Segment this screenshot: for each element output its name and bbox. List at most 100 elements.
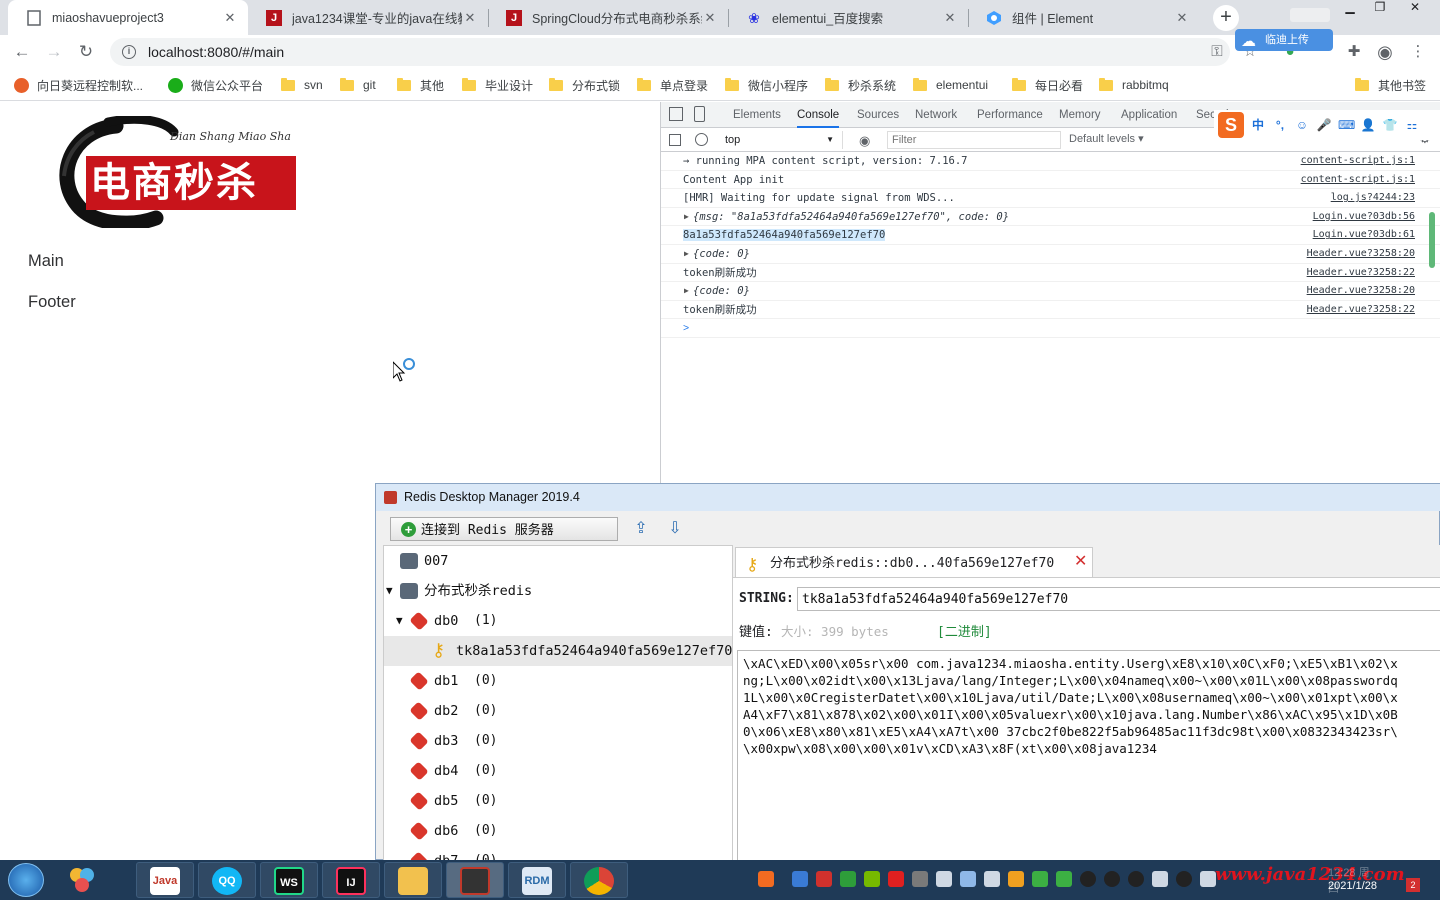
tree-db-item[interactable]: db7 (0): [384, 846, 732, 860]
taskbar-qq[interactable]: QQ: [198, 862, 256, 898]
bookmark-rabbitmq[interactable]: rabbitmq: [1099, 76, 1169, 94]
tray-icon[interactable]: [888, 871, 904, 887]
bookmark-git[interactable]: git: [340, 76, 376, 94]
tree-db-item[interactable]: db6 (0): [384, 816, 732, 846]
key-icon[interactable]: ⚿: [1207, 42, 1227, 62]
close-window-button[interactable]: ✕: [1400, 0, 1430, 18]
tab-performance[interactable]: Performance: [977, 102, 1043, 128]
bookmark-daily[interactable]: 每日必看: [1012, 76, 1083, 94]
tray-icon[interactable]: [792, 871, 808, 887]
expand-arrow-icon[interactable]: ▼: [386, 576, 393, 606]
tray-sogou-icon[interactable]: [758, 871, 774, 887]
console-source-link[interactable]: Login.vue?03db:56: [1313, 208, 1415, 226]
tree-db-item[interactable]: db1 (0): [384, 666, 732, 696]
menu-kebab-icon[interactable]: ⋮: [1408, 42, 1428, 62]
console-text[interactable]: {code: 0}: [683, 285, 750, 297]
back-button[interactable]: ←: [10, 40, 34, 64]
console-source-link[interactable]: content-script.js:1: [1301, 171, 1415, 189]
clear-console-icon[interactable]: [695, 133, 708, 146]
tray-wechat-icon[interactable]: [1032, 871, 1048, 887]
inspect-element-icon[interactable]: [669, 107, 683, 121]
tray-icon[interactable]: [936, 871, 952, 887]
bookmark-other-bookmarks[interactable]: 其他书签: [1355, 76, 1426, 94]
minimize-button[interactable]: ▁: [1335, 0, 1365, 18]
log-levels-dropdown[interactable]: Default levels ▾: [1069, 132, 1144, 145]
new-tab-button[interactable]: +: [1213, 5, 1239, 31]
tree-db-item[interactable]: db2 (0): [384, 696, 732, 726]
binary-toggle[interactable]: [二进制]: [937, 621, 992, 640]
punctuation-icon[interactable]: °,: [1272, 117, 1288, 133]
nav-footer[interactable]: Footer: [28, 293, 76, 312]
bookmark-sunlogin[interactable]: 向日葵远程控制软...: [14, 76, 143, 94]
scrollbar-thumb[interactable]: [1429, 212, 1435, 268]
tab-element[interactable]: 组件 | Element ✕: [968, 0, 1200, 35]
user-icon[interactable]: 👤: [1360, 117, 1376, 133]
tree-db-item[interactable]: db3 (0): [384, 726, 732, 756]
tab-elements[interactable]: Elements: [733, 102, 781, 128]
extensions-puzzle-icon[interactable]: ✚: [1344, 42, 1364, 62]
console-prompt[interactable]: >: [661, 319, 1440, 338]
keyboard-icon[interactable]: ⌨: [1338, 117, 1355, 133]
profile-avatar-icon[interactable]: ◉: [1375, 42, 1395, 62]
info-icon[interactable]: i: [122, 45, 136, 59]
site-logo[interactable]: Dian Shang Miao Sha 电商秒杀: [56, 114, 298, 231]
close-tab-icon[interactable]: ✕: [462, 10, 478, 26]
tab-network[interactable]: Network: [915, 102, 957, 128]
tray-volume-icon[interactable]: [1200, 871, 1216, 887]
tree-key-item[interactable]: ⚷ tk8a1a53fdfa52464a940fa569e127ef70: [384, 636, 732, 666]
tree-db-item[interactable]: db4 (0): [384, 756, 732, 786]
expand-triangle-icon[interactable]: ▶: [684, 208, 689, 226]
console-text[interactable]: {msg: "8a1a53fdfa52464a940fa569e127ef70"…: [683, 211, 1009, 223]
url-text[interactable]: localhost:8080/#/main: [148, 44, 284, 60]
tree-db-item[interactable]: db5 (0): [384, 786, 732, 816]
console-source-link[interactable]: Header.vue?3258:22: [1307, 301, 1415, 319]
sidebar-toggle-icon[interactable]: [669, 134, 681, 146]
tab-application[interactable]: Application: [1121, 102, 1177, 128]
tab-baidu-elementui[interactable]: ❀ elementui_百度搜索 ✕: [728, 0, 968, 35]
console-source-link[interactable]: content-script.js:1: [1301, 152, 1415, 170]
taskbar-rdm[interactable]: [446, 862, 504, 898]
console-source-link[interactable]: Login.vue?03db:61: [1313, 226, 1415, 244]
tray-qq-icon[interactable]: [1104, 871, 1120, 887]
tree-db-item[interactable]: ▼ db0 (1): [384, 606, 732, 636]
bookmark-wechat-mp[interactable]: 微信公众平台: [168, 76, 263, 94]
notification-badge[interactable]: 2: [1406, 878, 1420, 892]
taskbar-webstorm[interactable]: WS: [260, 862, 318, 898]
taskbar-app[interactable]: RDM: [508, 862, 566, 898]
console-filter-input[interactable]: [887, 131, 1061, 149]
taskbar-chrome[interactable]: [570, 862, 628, 898]
tab-springcloud[interactable]: J SpringCloud分布式电商秒杀系统 ✕: [488, 0, 728, 35]
taskbar-clock[interactable]: 12:28 周四 2021/1/28: [1328, 867, 1377, 895]
tree-server-item[interactable]: 007: [384, 546, 732, 576]
key-name-input[interactable]: [797, 587, 1440, 611]
tray-shield-icon[interactable]: [840, 871, 856, 887]
tray-icon[interactable]: [960, 871, 976, 887]
tray-qq-icon[interactable]: [1080, 871, 1096, 887]
context-select[interactable]: top ▼: [719, 131, 843, 149]
tab-java1234[interactable]: J java1234课堂-专业的java在线教 ✕: [248, 0, 488, 35]
chinese-mode-icon[interactable]: 中: [1250, 117, 1266, 133]
bookmark-elementui[interactable]: elementui: [913, 76, 988, 94]
tray-icon[interactable]: [1008, 871, 1024, 887]
forward-button[interactable]: →: [42, 40, 66, 64]
tray-icon[interactable]: [984, 871, 1000, 887]
value-editor[interactable]: \xAC\xED\x00\x05sr\x00 com.java1234.miao…: [737, 650, 1440, 862]
close-tab-icon[interactable]: ✕: [222, 10, 238, 26]
eye-icon[interactable]: ◉: [859, 133, 870, 149]
toolbox-icon[interactable]: ⚏: [1404, 117, 1420, 133]
pinned-app-icon[interactable]: [66, 864, 98, 896]
bookmark-svn[interactable]: svn: [281, 76, 323, 94]
expand-triangle-icon[interactable]: ▶: [684, 282, 689, 300]
window-title-bar[interactable]: Redis Desktop Manager 2019.4: [376, 484, 1440, 511]
bookmark-other[interactable]: 其他: [397, 76, 444, 94]
close-tab-icon[interactable]: ✕: [702, 10, 718, 26]
bookmark-mini-program[interactable]: 微信小程序: [725, 76, 808, 94]
restore-button[interactable]: ❐: [1365, 0, 1395, 18]
close-tab-icon[interactable]: ✕: [1074, 548, 1087, 576]
export-icon[interactable]: ⇩: [664, 518, 686, 540]
tray-icon[interactable]: [1056, 871, 1072, 887]
taskbar-intellij[interactable]: IJ: [322, 862, 380, 898]
expand-triangle-icon[interactable]: ▶: [684, 245, 689, 263]
tray-qq-icon[interactable]: [1176, 871, 1192, 887]
emoji-icon[interactable]: ☺: [1294, 117, 1310, 133]
